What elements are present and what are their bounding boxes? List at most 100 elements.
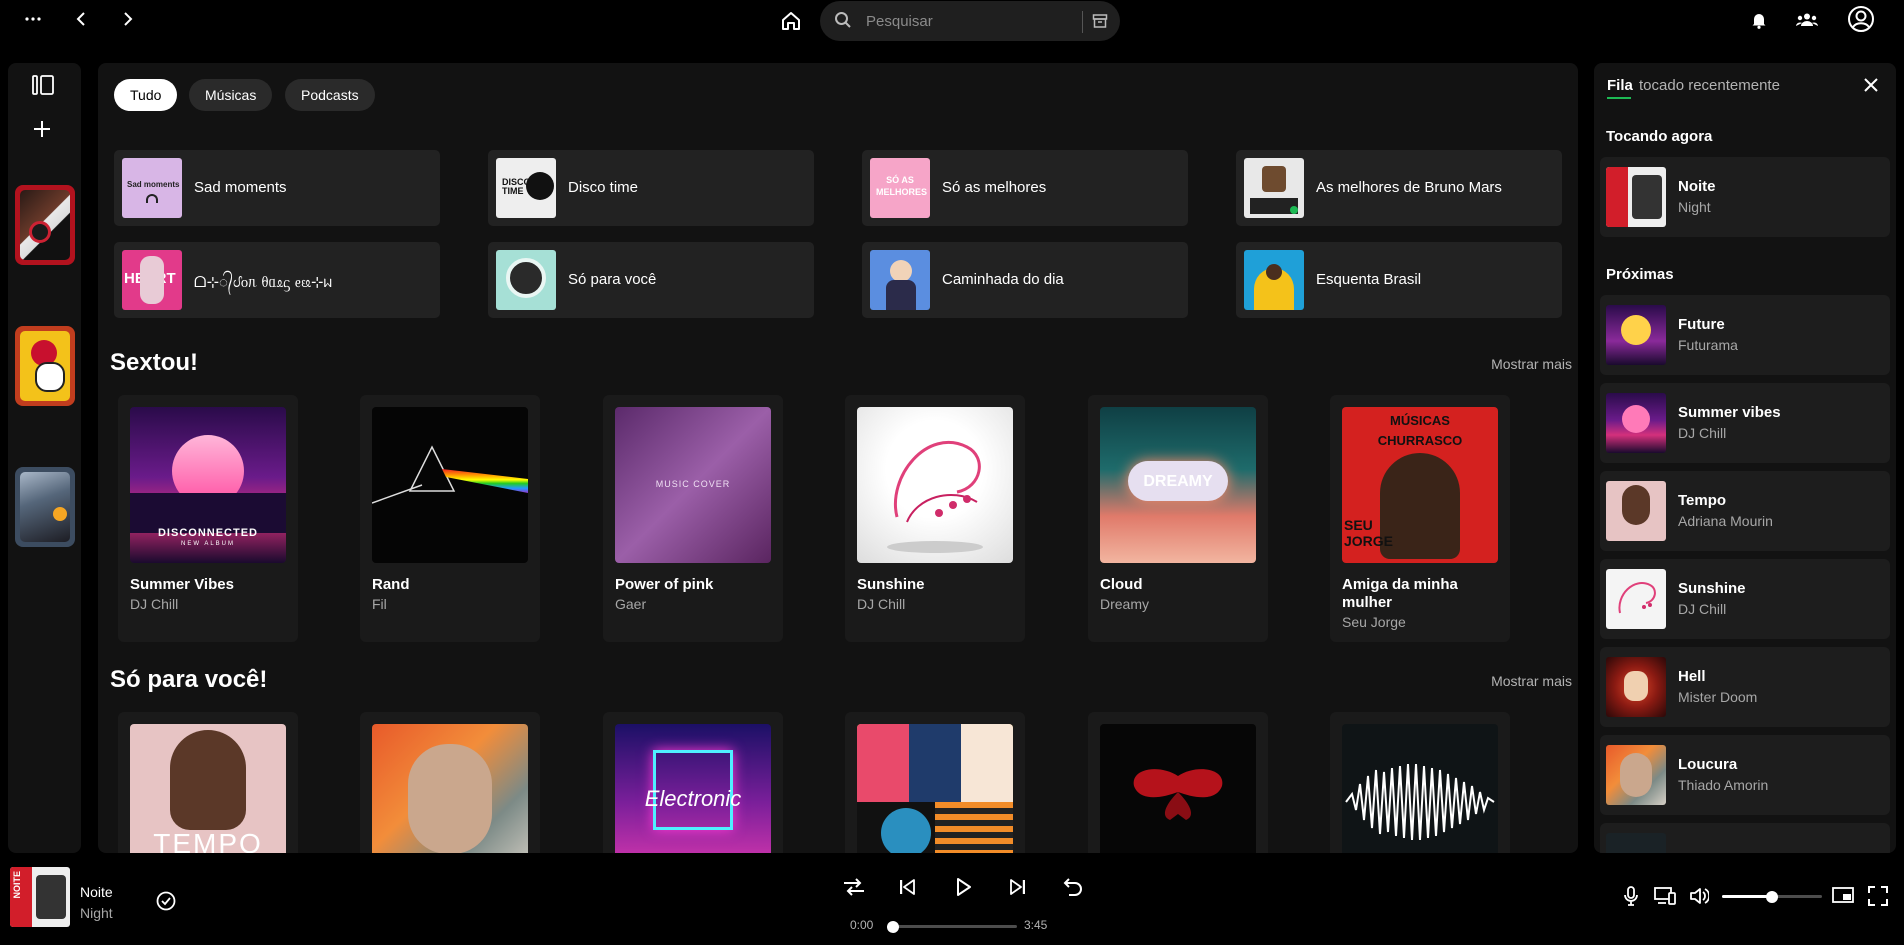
album-cover (1100, 724, 1256, 853)
quick-pick-caminhada-do-dia[interactable]: Caminhada do dia (862, 242, 1188, 318)
repeat-icon[interactable] (1063, 878, 1083, 896)
saved-check-icon[interactable] (156, 891, 176, 911)
quick-pick-label: Esquenta Brasil (1316, 271, 1422, 288)
now-playing-title[interactable]: Noite (80, 884, 113, 900)
browse-icon[interactable] (1092, 13, 1108, 29)
connect-device-icon[interactable] (1654, 887, 1676, 905)
headphones-icon (146, 194, 158, 203)
album-card[interactable] (360, 712, 540, 853)
previous-track-icon[interactable] (899, 879, 915, 895)
quick-pick-label: ᗝ⊹᭄ᦔᦞᥰ ᦲᥲᦸᦓ ᧉᦕ⊹ᥕ (194, 274, 333, 291)
queue-item[interactable]: Sunshine DJ Chill (1600, 559, 1890, 639)
create-playlist-plus-icon[interactable] (32, 119, 52, 139)
forward-arrow-icon[interactable] (117, 8, 139, 30)
track-cover (1606, 569, 1666, 629)
fullscreen-icon[interactable] (1868, 886, 1888, 906)
album-card[interactable]: TEMPO (118, 712, 298, 853)
album-card[interactable] (1088, 712, 1268, 853)
track-title: Summer vibes (1678, 404, 1781, 421)
play-icon[interactable] (956, 878, 972, 896)
progress-handle[interactable] (887, 920, 899, 933)
filter-chip-songs[interactable]: Músicas (189, 79, 273, 111)
album-card[interactable]: Rand Fil (360, 395, 540, 642)
album-cover (372, 724, 528, 853)
quick-pick-label: Sad moments (194, 179, 287, 196)
tab-recently-played[interactable]: tocado recentemente (1639, 77, 1780, 94)
show-more-link[interactable]: Mostrar mais (1491, 356, 1572, 372)
album-cover: MÚSICAS CHURRASCO SEU JORGE (1342, 407, 1498, 563)
album-artist: Gaer (615, 596, 647, 612)
back-arrow-icon[interactable] (70, 8, 92, 30)
volume-handle[interactable] (1766, 890, 1778, 903)
volume-fill (1722, 895, 1772, 898)
filter-chip-podcasts[interactable]: Podcasts (285, 79, 375, 111)
library-item-1[interactable] (15, 185, 75, 265)
volume-icon[interactable] (1689, 886, 1709, 906)
search-input[interactable]: Pesquisar (866, 13, 933, 30)
tab-active-underline (1607, 97, 1631, 99)
volume-slider[interactable] (1722, 890, 1822, 903)
queue-panel: Fila tocado recentemente Tocando agora N… (1594, 63, 1896, 853)
album-title: Cloud (1100, 576, 1143, 593)
track-title: Loucura (1678, 756, 1738, 773)
lyrics-mic-icon[interactable] (1623, 886, 1639, 906)
queue-item[interactable]: Tempo Adriana Mourin (1600, 471, 1890, 551)
quick-pick-bruno-mars[interactable]: As melhores de Bruno Mars (1236, 150, 1562, 226)
track-cover (1606, 393, 1666, 453)
now-playing-artist[interactable]: Night (80, 905, 113, 921)
quick-pick-label: Só para você (568, 271, 657, 288)
quick-pick-sad-moments[interactable]: Sad moments Sad moments (114, 150, 440, 226)
notifications-bell-icon[interactable] (1748, 8, 1770, 32)
library-collapse-icon[interactable] (32, 75, 54, 95)
more-options-icon[interactable] (22, 8, 44, 30)
album-card[interactable]: MUSIC COVER Power of pink Gaer (603, 395, 783, 642)
search-bar[interactable]: Pesquisar (820, 1, 1120, 41)
queue-now-playing-item[interactable]: Noite Night (1600, 157, 1890, 237)
filter-chip-all[interactable]: Tudo (114, 79, 178, 111)
quick-pick-stylized[interactable]: HEART ᗝ⊹᭄ᦔᦞᥰ ᦲᥲᦸᦓ ᧉᦕ⊹ᥕ (114, 242, 440, 318)
album-card[interactable] (845, 712, 1025, 853)
track-artist: Futurama (1678, 337, 1738, 353)
next-track-icon[interactable] (1010, 879, 1026, 895)
album-card[interactable] (1330, 712, 1510, 853)
player-bar: NOITE Noite Night 0:00 3:45 (0, 857, 1904, 945)
library-item-2[interactable] (15, 326, 75, 406)
quick-pick-disco-time[interactable]: DISCO TIME Disco time (488, 150, 814, 226)
queue-item[interactable]: Summer vibes DJ Chill (1600, 383, 1890, 463)
album-card[interactable]: Sunshine DJ Chill (845, 395, 1025, 642)
library-sidebar (8, 63, 81, 853)
close-icon[interactable] (1864, 78, 1878, 92)
shuffle-icon[interactable] (843, 878, 865, 896)
album-card[interactable]: DISCONNECTED NEW ALBUM Summer Vibes DJ C… (118, 395, 298, 642)
quick-pick-so-para-voce[interactable]: Só para você (488, 242, 814, 318)
album-cover (1342, 724, 1498, 853)
queue-item[interactable] (1600, 823, 1890, 853)
track-title: Tempo (1678, 492, 1727, 509)
quick-pick-esquenta-brasil[interactable]: Esquenta Brasil (1236, 242, 1562, 318)
user-profile-icon[interactable] (1846, 4, 1876, 34)
playlist-cover: DISCO TIME (496, 158, 556, 218)
quick-pick-so-as-melhores[interactable]: SÓ AS MELHORES Só as melhores (862, 150, 1188, 226)
album-cover (857, 724, 1013, 853)
playlist-cover (496, 250, 556, 310)
home-icon[interactable] (778, 8, 804, 34)
playback-progress-bar[interactable] (887, 920, 1017, 933)
quick-pick-label: As melhores de Bruno Mars (1316, 179, 1502, 196)
tab-queue[interactable]: Fila (1607, 77, 1633, 94)
album-card[interactable]: Electronic (603, 712, 783, 853)
search-icon (834, 11, 852, 29)
album-card[interactable]: MÚSICAS CHURRASCO SEU JORGE Amiga da min… (1330, 395, 1510, 642)
library-item-3[interactable] (15, 467, 75, 547)
queue-item[interactable]: Hell Mister Doom (1600, 647, 1890, 727)
queue-item[interactable]: Loucura Thiado Amorin (1600, 735, 1890, 815)
quick-pick-label: Disco time (568, 179, 639, 196)
friends-activity-icon[interactable] (1794, 8, 1820, 32)
album-card[interactable]: DREAMY Cloud Dreamy (1088, 395, 1268, 642)
show-more-link[interactable]: Mostrar mais (1491, 673, 1572, 689)
queue-item[interactable]: Future Futurama (1600, 295, 1890, 375)
now-playing-cover[interactable]: NOITE (10, 867, 70, 927)
track-artist: Night (1678, 199, 1711, 215)
mini-player-icon[interactable] (1832, 886, 1854, 904)
album-artist: Fil (372, 596, 387, 612)
playlist-cover: Sad moments (122, 158, 182, 218)
